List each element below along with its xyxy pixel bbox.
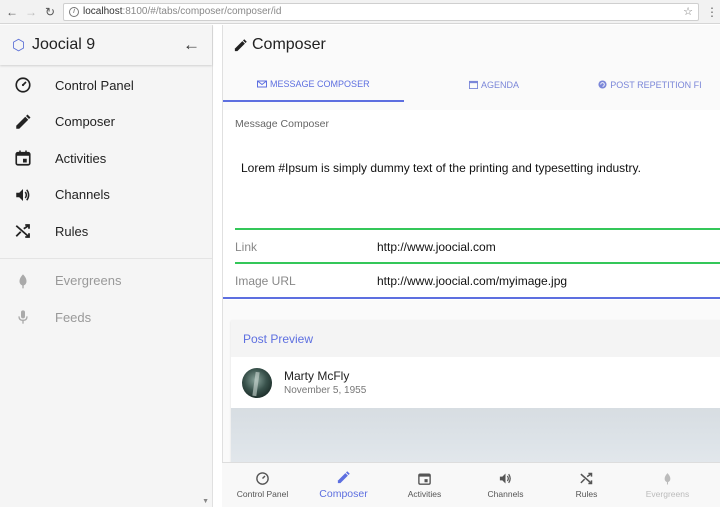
collapse-sidebar-arrow-icon[interactable]: ← (183, 35, 200, 55)
sidebar-item-label: Rules (55, 223, 89, 239)
bottom-tab-activities[interactable]: Activities (384, 463, 465, 507)
bottom-tab-label: Evergreens (645, 489, 690, 499)
app-title: Joocial 9 (32, 36, 96, 53)
info-icon[interactable]: i (69, 6, 79, 17)
tab-post-repetition[interactable]: POST REPETITION FI (584, 67, 720, 102)
speaker-icon (12, 185, 34, 205)
image-url-field[interactable]: Image URL http://www.joocial.com/myimage… (235, 265, 720, 297)
sidebar-item-label: Channels (55, 187, 110, 203)
bottom-tab-rules[interactable]: Rules (546, 463, 627, 507)
sidebar-item-evergreens[interactable]: Evergreens (0, 263, 212, 300)
message-textarea[interactable]: Lorem #Ipsum is simply dummy text of the… (241, 161, 641, 175)
leaf-icon (661, 471, 674, 486)
sidebar-item-feeds[interactable]: Feeds (0, 299, 212, 336)
bottom-tab-channels[interactable]: Channels (465, 463, 546, 507)
bottom-tab-control-panel[interactable]: Control Panel (222, 463, 303, 507)
shuffle-icon (579, 471, 594, 486)
url-path: :8100/#/tabs/composer/composer/id (122, 6, 282, 17)
calendar-icon (12, 148, 34, 168)
repeat-icon (598, 80, 607, 89)
pencil-icon (12, 112, 34, 132)
image-url-label: Image URL (235, 274, 296, 288)
author-name: Marty McFly (284, 369, 350, 383)
bottom-tab-label: Control Panel (236, 489, 289, 499)
bottom-tab-label: Composer (319, 488, 368, 500)
back-arrow-icon[interactable]: ← (6, 6, 18, 18)
menu-dots-icon[interactable]: ⋮ (706, 6, 718, 18)
tab-agenda[interactable]: AGENDA (404, 67, 585, 102)
envelope-icon (257, 80, 268, 88)
hexagon-logo-icon: ⬡ (12, 37, 26, 54)
leaf-icon (12, 271, 34, 291)
bottom-tab-label: Rules (575, 489, 598, 499)
speaker-icon (498, 471, 513, 486)
sidebar-item-channels[interactable]: Channels (0, 177, 212, 214)
scrollbar-arrow-icon[interactable]: ▼ (202, 498, 209, 505)
image-url-input[interactable]: http://www.joocial.com/myimage.jpg (377, 274, 567, 288)
star-icon[interactable]: ☆ (683, 5, 693, 18)
sidebar: ⬡ Joocial 9 ← Control Panel Composer Act… (0, 25, 213, 507)
sidebar-item-label: Evergreens (55, 273, 122, 289)
calendar-icon (417, 471, 432, 486)
tab-label: MESSAGE COMPOSER (270, 78, 370, 89)
composer-tabs: MESSAGE COMPOSER AGENDA POST REPETITION … (223, 67, 720, 102)
sidebar-divider (0, 257, 212, 259)
sidebar-item-label: Composer (55, 114, 115, 130)
post-preview-title: Post Preview (231, 320, 720, 357)
page-header: Composer (223, 25, 720, 65)
link-input[interactable]: http://www.joocial.com (377, 240, 496, 254)
speedometer-icon (255, 471, 270, 486)
link-valid-underline (235, 262, 720, 264)
link-label: Link (235, 240, 258, 254)
bottom-tab-label: Activities (407, 489, 442, 499)
post-author: Marty McFly November 5, 1955 (231, 357, 720, 408)
microphone-icon (12, 307, 34, 327)
link-field[interactable]: Link http://www.joocial.com (235, 231, 720, 263)
calendar-icon (468, 80, 478, 89)
bottom-tab-evergreens[interactable]: Evergreens (627, 463, 708, 507)
sidebar-header: ⬡ Joocial 9 ← (0, 25, 212, 65)
page-title: Composer (252, 36, 326, 53)
forward-arrow-icon[interactable]: → (25, 6, 37, 18)
shuffle-icon (12, 221, 34, 241)
url-host: localhost (83, 6, 123, 17)
main-content: Composer MESSAGE COMPOSER AGENDA POST RE… (222, 25, 720, 507)
sidebar-menu: Control Panel Composer Activities Channe… (0, 65, 212, 250)
composer-label: Message Composer (235, 118, 329, 130)
author-date: November 5, 1955 (284, 385, 367, 396)
speedometer-icon (12, 75, 34, 95)
sidebar-item-composer[interactable]: Composer (0, 104, 212, 141)
sidebar-secondary-menu: Evergreens Feeds (0, 261, 212, 336)
reload-icon[interactable]: ↻ (44, 6, 56, 18)
sidebar-item-label: Control Panel (55, 77, 134, 93)
address-bar[interactable]: i localhost:8100/#/tabs/composer/compose… (63, 2, 699, 21)
bottom-tab-bar: Control Panel Composer Activities Channe… (222, 462, 720, 507)
sidebar-item-label: Feeds (55, 309, 92, 325)
message-composer-card: Message Composer Lorem #Ipsum is simply … (223, 110, 720, 300)
sidebar-item-control-panel[interactable]: Control Panel (0, 67, 212, 104)
bottom-tab-composer[interactable]: Composer (303, 463, 384, 507)
bottom-tab-label: Channels (487, 489, 524, 499)
sidebar-item-label: Activities (55, 150, 107, 166)
pencil-icon (233, 38, 248, 53)
avatar (242, 367, 272, 398)
message-valid-underline (235, 228, 720, 230)
browser-toolbar: ← → ↻ i localhost:8100/#/tabs/composer/c… (0, 0, 720, 24)
pencil-icon (336, 470, 351, 485)
sidebar-item-rules[interactable]: Rules (0, 213, 212, 250)
tab-label: AGENDA (480, 79, 519, 90)
sidebar-item-activities[interactable]: Activities (0, 140, 212, 177)
image-url-focus-underline (223, 297, 720, 299)
tab-message-composer[interactable]: MESSAGE COMPOSER (223, 67, 404, 102)
tab-label: POST REPETITION FI (610, 79, 702, 90)
